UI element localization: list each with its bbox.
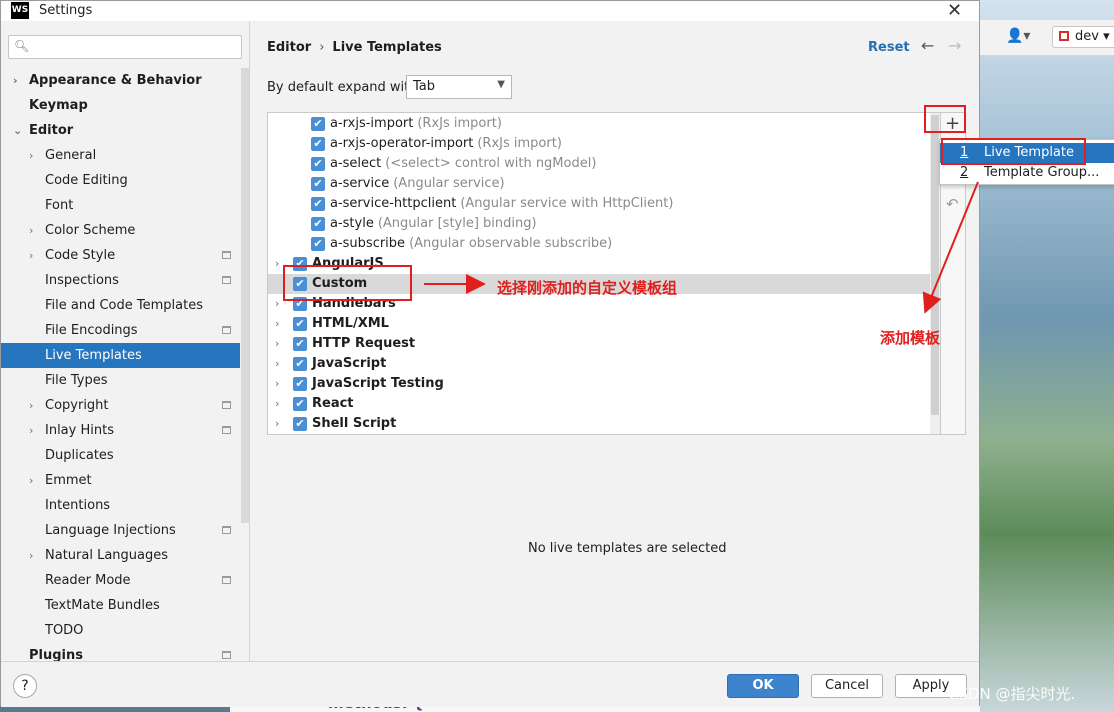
- watermark: CSDN @指尖时光.: [948, 685, 1076, 703]
- annotation-arrow-down: [922, 181, 979, 314]
- annotation-add-template: 添加模板: [880, 329, 941, 347]
- annotation-select-group: 选择刚添加的自定义模板组: [497, 279, 678, 297]
- annotation-arrows: [424, 181, 979, 314]
